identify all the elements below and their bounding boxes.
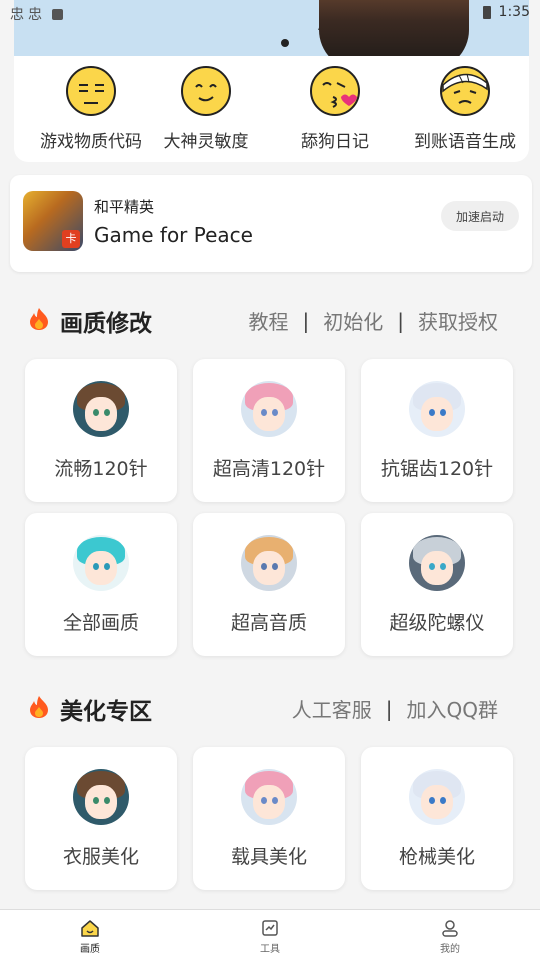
tile-label: 超高清120针 — [212, 458, 326, 480]
bandaged-face-icon — [440, 66, 490, 116]
tile-ultra-hd-120[interactable]: 超高清120针 — [193, 359, 345, 502]
tools-icon — [262, 920, 278, 936]
flame-icon — [30, 696, 48, 718]
tile-super-gyroscope[interactable]: 超级陀螺仪 — [361, 513, 513, 656]
notification-icon: 忠 — [28, 7, 42, 23]
carousel-indicator — [281, 39, 289, 47]
status-right: 1:35 — [482, 4, 530, 20]
profile-icon — [442, 920, 458, 937]
anime-avatar-icon — [409, 535, 465, 591]
game-name: 和平精英 — [94, 198, 155, 216]
link-separator: | — [385, 696, 393, 721]
quick-action-item-voice[interactable]: 到账语音生成 — [395, 65, 535, 152]
section-title: 画质修改 — [60, 311, 152, 337]
tile-label: 载具美化 — [230, 846, 307, 868]
clock: 1:35 — [498, 4, 530, 20]
tutorial-link[interactable]: 教程 — [249, 306, 289, 335]
flame-icon — [30, 308, 48, 330]
game-icon: 卡 — [23, 191, 83, 251]
smiling-face-icon — [181, 66, 231, 116]
anime-avatar-icon — [409, 381, 465, 437]
anime-avatar-icon — [241, 769, 297, 825]
tile-label: 超级陀螺仪 — [389, 612, 485, 634]
app-notification-icon — [52, 8, 63, 20]
notification-icon: 忠 — [10, 7, 24, 23]
tile-label: 超高音质 — [230, 612, 307, 634]
anime-avatar-icon — [73, 769, 129, 825]
status-bar: 忠 忠 1:35 — [0, 0, 540, 26]
anime-avatar-icon — [73, 381, 129, 437]
quick-actions-card: 游戏物质代码 大神灵敏度 舔狗日记 到账语音生成 — [14, 56, 529, 162]
tile-clothing-skin[interactable]: 衣服美化 — [25, 747, 177, 890]
kissing-face-icon — [310, 66, 360, 116]
nav-tab-tools[interactable]: 工具 — [240, 918, 300, 955]
link-separator: | — [302, 308, 310, 333]
quick-action-label: 到账语音生成 — [414, 132, 516, 152]
neutral-face-icon — [66, 66, 116, 116]
section-title: 美化专区 — [60, 699, 152, 725]
bottom-navigation: 画质 工具 我的 — [0, 909, 540, 960]
anime-avatar-icon — [409, 769, 465, 825]
tile-label: 衣服美化 — [62, 846, 139, 868]
anime-avatar-icon — [241, 535, 297, 591]
game-tag: 卡 — [62, 230, 80, 248]
tile-ultra-audio[interactable]: 超高音质 — [193, 513, 345, 656]
launch-button[interactable]: 加速启动 — [441, 201, 519, 231]
nav-label: 画质 — [80, 944, 100, 955]
nav-tab-quality[interactable]: 画质 — [60, 918, 120, 955]
section-header-quality: 画质修改 教程 | 初始化 | 获取授权 — [28, 303, 508, 337]
join-qq-group-link[interactable]: 加入QQ群 — [407, 694, 498, 723]
tile-weapon-skin[interactable]: 枪械美化 — [361, 747, 513, 890]
tile-all-quality[interactable]: 全部画质 — [25, 513, 177, 656]
tile-label: 枪械美化 — [398, 846, 475, 868]
nav-label: 工具 — [260, 944, 280, 955]
quick-action-item-sensitivity[interactable]: 大神灵敏度 — [136, 65, 276, 152]
anime-avatar-icon — [241, 381, 297, 437]
section-links: 人工客服 | 加入QQ群 — [292, 694, 498, 723]
game-subtitle: Game for Peace — [94, 223, 253, 247]
tile-vehicle-skin[interactable]: 载具美化 — [193, 747, 345, 890]
tile-label: 抗锯齿120针 — [380, 458, 494, 480]
initialize-link[interactable]: 初始化 — [323, 306, 383, 335]
link-separator: | — [397, 308, 404, 333]
home-icon — [81, 920, 99, 937]
section-links: 教程 | 初始化 | 获取授权 — [249, 306, 499, 335]
nav-label: 我的 — [440, 944, 460, 955]
get-license-link[interactable]: 获取授权 — [418, 306, 498, 335]
anime-avatar-icon — [73, 535, 129, 591]
tile-antialias-120[interactable]: 抗锯齿120针 — [361, 359, 513, 502]
tile-label: 全部画质 — [62, 612, 139, 634]
nav-tab-profile[interactable]: 我的 — [420, 918, 480, 955]
tile-label: 流畅120针 — [54, 458, 148, 480]
battery-icon — [482, 5, 491, 19]
quick-action-label: 舔狗日记 — [301, 132, 369, 152]
notification-icons: 忠 忠 — [10, 4, 63, 24]
section-header-beautify: 美化专区 人工客服 | 加入QQ群 — [28, 691, 508, 725]
tile-smooth-120[interactable]: 流畅120针 — [25, 359, 177, 502]
game-card[interactable]: 卡 和平精英 Game for Peace 加速启动 — [10, 175, 532, 272]
quick-action-label: 大神灵敏度 — [163, 132, 249, 152]
quick-action-item-diary[interactable]: 舔狗日记 — [265, 65, 405, 152]
customer-service-link[interactable]: 人工客服 — [292, 694, 372, 723]
